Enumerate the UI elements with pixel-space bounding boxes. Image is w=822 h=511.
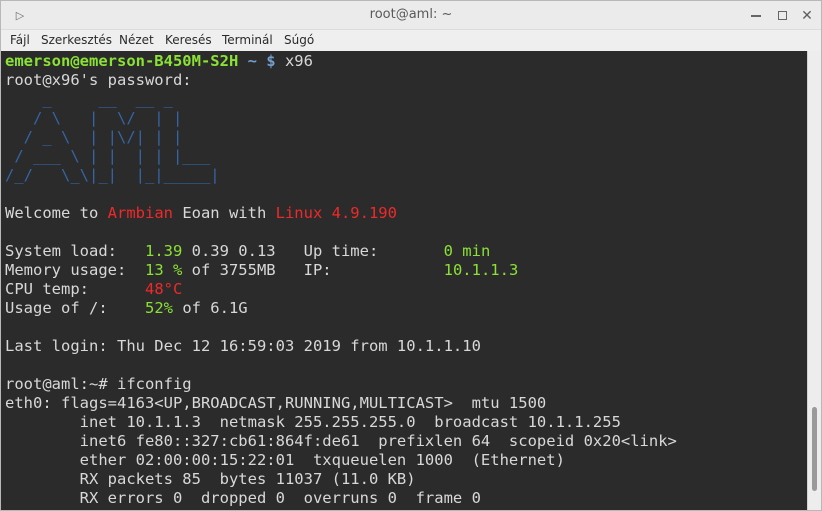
disk-usage-value: 52% bbox=[144, 299, 173, 317]
disk-usage-rest: of 6.1G bbox=[172, 299, 248, 317]
memory-value: 13 % bbox=[144, 261, 183, 279]
terminal-window: ▷ root@aml: ~ ✕ Fájl Szerkesztés Nézet K… bbox=[0, 0, 822, 511]
scrollbar-thumb[interactable] bbox=[812, 407, 817, 491]
sysinfo-line: CPU temp: 48°C bbox=[5, 280, 182, 298]
cpu-value: 48°C bbox=[144, 280, 183, 298]
load-label: System load: bbox=[5, 242, 145, 260]
memory-rest: of 3755MB bbox=[182, 261, 276, 279]
sysinfo-line: Usage of /: 52% of 6.1G bbox=[5, 299, 248, 317]
menu-bar: Fájl Szerkesztés Nézet Keresés Terminál … bbox=[1, 30, 821, 51]
terminal-area[interactable]: emerson@emerson-B450M-S2H ~ $ x96 root@x… bbox=[1, 51, 807, 510]
menu-file[interactable]: Fájl bbox=[10, 32, 30, 48]
ifconfig-line: ether 02:00:00:15:22:01 txqueuelen 1000 … bbox=[5, 451, 565, 469]
minimize-button[interactable] bbox=[746, 6, 766, 26]
ifconfig-line: inet6 fe80::327:cb61:864f:de61 prefixlen… bbox=[5, 432, 677, 450]
menu-edit[interactable]: Szerkesztés bbox=[41, 32, 112, 48]
sysinfo-line: Memory usage: 13 % of 3755MB IP: 10.1.1.… bbox=[5, 261, 518, 279]
prompt-path: ~ $ bbox=[238, 52, 276, 70]
ascii-logo-line: /_/ \_\|_| |_|_____| bbox=[5, 166, 220, 184]
prompt-user: emerson@emerson-B450M-S2H bbox=[5, 52, 239, 70]
welcome-line: Welcome to Armbian Eoan with Linux 4.9.1… bbox=[5, 204, 397, 222]
terminal-output: emerson@emerson-B450M-S2H ~ $ x96 root@x… bbox=[5, 52, 677, 508]
password-prompt: root@x96's password: bbox=[5, 71, 192, 89]
ascii-logo-line: / \ | \/ | | bbox=[5, 109, 220, 127]
close-icon: ✕ bbox=[801, 8, 813, 24]
ascii-logo-line: _ __ __ _ bbox=[5, 90, 220, 108]
menu-terminal[interactable]: Terminál bbox=[222, 32, 273, 48]
menu-help[interactable]: Súgó bbox=[284, 32, 314, 48]
ifconfig-line: eth0: flags=4163<UP,BROADCAST,RUNNING,MU… bbox=[5, 394, 547, 412]
sysinfo-line: System load: 1.39 0.39 0.13 Up time: 0 m… bbox=[5, 242, 490, 260]
ip-label: IP: bbox=[275, 261, 444, 279]
uptime-label: Up time: bbox=[275, 242, 444, 260]
cpu-label: CPU temp: bbox=[5, 280, 145, 298]
title-bar[interactable]: ▷ root@aml: ~ ✕ bbox=[1, 1, 821, 30]
prompt-line: emerson@emerson-B450M-S2H ~ $ x96 bbox=[5, 52, 313, 70]
ifconfig-line: RX errors 0 dropped 0 overruns 0 frame 0 bbox=[5, 489, 481, 507]
vertical-scrollbar[interactable] bbox=[807, 51, 821, 510]
memory-label: Memory usage: bbox=[5, 261, 145, 279]
minimize-icon bbox=[751, 15, 761, 17]
ascii-logo-line: / ___ \ | | | | |___ bbox=[5, 147, 220, 165]
welcome-prefix: Welcome to bbox=[5, 204, 108, 222]
disk-usage-label: Usage of /: bbox=[5, 299, 145, 317]
load-rest: 0.39 0.13 bbox=[182, 242, 276, 260]
maximize-button[interactable] bbox=[772, 6, 792, 26]
welcome-middle: Eoan with bbox=[172, 204, 276, 222]
distro-name: Armbian bbox=[107, 204, 173, 222]
menu-view[interactable]: Nézet bbox=[119, 32, 154, 48]
close-button[interactable]: ✕ bbox=[797, 6, 817, 26]
uptime-value: 0 min bbox=[443, 242, 491, 260]
ifconfig-line: inet 10.1.1.3 netmask 255.255.255.0 broa… bbox=[5, 413, 621, 431]
kernel-version: Linux 4.9.190 bbox=[275, 204, 397, 222]
load-value: 1.39 bbox=[144, 242, 183, 260]
menu-search[interactable]: Keresés bbox=[165, 32, 212, 48]
window-title: root@aml: ~ bbox=[369, 7, 453, 22]
ascii-logo-line: / _ \ | |\/| | | bbox=[5, 128, 220, 146]
last-login-line: Last login: Thu Dec 12 16:59:03 2019 fro… bbox=[5, 337, 481, 355]
root-prompt-line: root@aml:~# ifconfig bbox=[5, 375, 192, 393]
command-text: x96 bbox=[275, 52, 313, 70]
ifconfig-line: RX packets 85 bytes 11037 (11.0 KB) bbox=[5, 470, 416, 488]
ip-value: 10.1.1.3 bbox=[443, 261, 519, 279]
maximize-icon bbox=[777, 11, 787, 20]
